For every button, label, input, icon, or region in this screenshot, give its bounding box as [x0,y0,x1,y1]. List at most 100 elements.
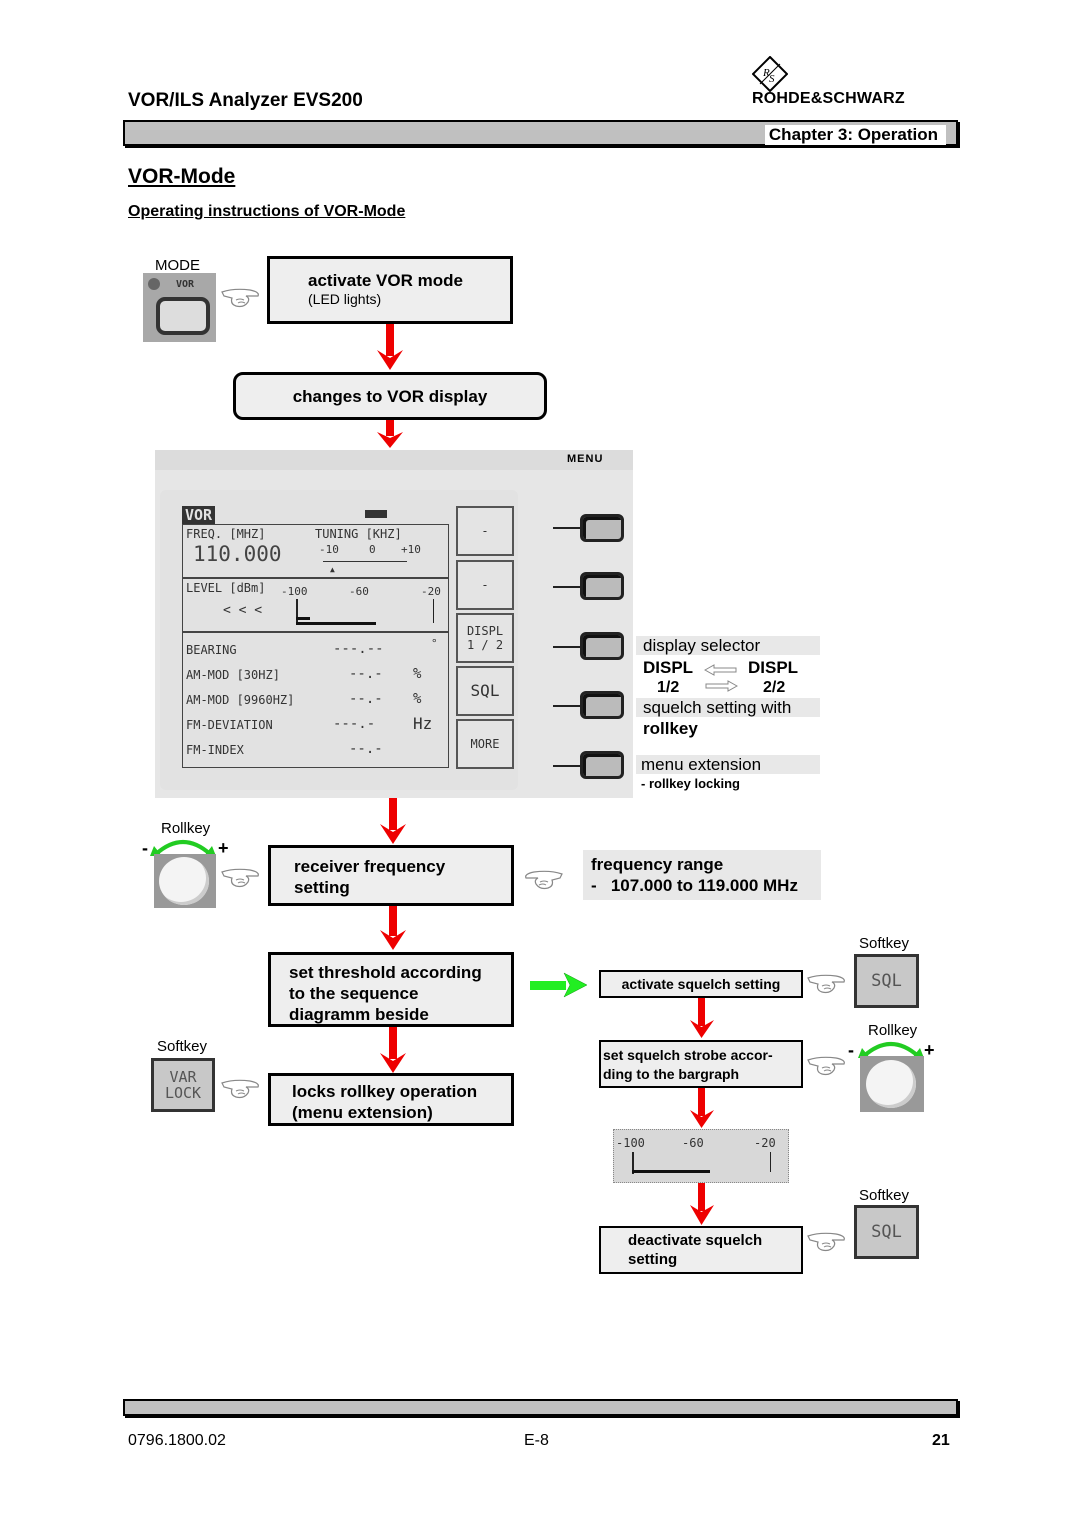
document-title: VOR/ILS Analyzer EVS200 [128,90,363,111]
step-set-threshold: set threshold according to the sequence … [268,952,514,1027]
lcd-softkey-displ: DISPL 1 / 2 [456,613,514,663]
flow-arrow-icon [377,420,403,448]
bargraph-tick-label: -60 [682,1136,704,1150]
hardware-softkey-2[interactable] [580,572,624,600]
hardware-softkey-displ[interactable] [580,632,624,660]
step-activate-vor-title: activate VOR mode [308,271,463,290]
display-selector-note: display selector [636,636,820,655]
page-number: 21 [932,1432,950,1449]
rohde-schwarz-logo-icon: R S [752,56,788,92]
softkey-text: LOCK [164,1084,202,1102]
rollkey-label: Rollkey [161,820,211,837]
lcd-row-value: ---.- [333,716,376,732]
softkey-leader-line [553,586,581,588]
pointing-hand-icon [221,868,259,888]
displ-right-label: DISPL [748,658,799,677]
sql-softkey-deactivate[interactable]: SQL [854,1205,919,1259]
lcd-softkey-2: - [456,560,514,610]
hardware-softkey-more[interactable] [580,751,624,779]
level-tick-label: -100 [281,585,308,598]
level-bar-end [433,599,434,623]
flow-arrow-icon [690,1183,714,1225]
lcd-row-unit: ° [431,637,438,650]
lcd-row-value: --.- [349,666,383,682]
softkey-leader-line [553,705,581,707]
pointing-hand-icon [807,974,845,994]
flow-arrow-icon [377,324,403,370]
page-code: E-8 [524,1432,549,1449]
lcd-row-unit: % [413,691,422,707]
squelch-setting-note: squelch setting with [636,698,820,717]
vor-mode-key[interactable]: VOR [143,273,216,342]
step-activate-squelch: activate squelch setting [599,970,803,998]
step-changes-to-vor-display: changes to VOR display [233,372,547,420]
lcd-row-label: AM-MOD [9960HZ] [186,693,295,707]
chapter-label: Chapter 3: Operation [764,125,946,145]
lcd-freq-label: FREQ. [MHZ] [186,527,266,541]
pointing-hand-icon [807,1056,845,1076]
level-tick-label: -20 [421,585,441,598]
lcd-display: VOR FREQ. [MHZ] TUNING [KHZ] 110.000 -10… [160,490,518,790]
step-text: to the sequence [289,984,419,1003]
level-bar-short [296,617,310,620]
pointing-hand-icon [525,870,563,890]
flow-arrow-icon [380,1027,406,1073]
softkey-text: VAR [169,1068,197,1086]
step-text: set threshold according [289,963,482,982]
frequency-range-title: frequency range [591,855,724,874]
flow-arrow-icon [690,1088,714,1128]
vor-key-label: VOR [176,279,195,290]
subsection-heading: Operating instructions of VOR-Mode [128,203,406,220]
step-text: setting [628,1251,678,1268]
step-text: (menu extension) [292,1103,433,1122]
flow-arrow-icon [380,906,406,950]
level-tick-label: -60 [349,585,369,598]
softkey-leader-line [553,646,581,648]
lcd-level-indicator: < < < [223,603,263,618]
lcd-softkey-1: - [456,506,514,556]
step-text: locks rollkey operation [292,1082,478,1101]
pointing-hand-icon [221,288,259,308]
menu-extension-note: menu extension [636,755,820,774]
rollkey-note: rollkey [643,719,698,738]
rollkey-knob[interactable] [154,854,216,908]
tuning-pointer-icon: ▲ [330,565,335,574]
lcd-frequency-frame: FREQ. [MHZ] TUNING [KHZ] 110.000 -10 0 +… [182,524,449,578]
step-text: setting [294,878,350,897]
tuning-tick-label: 0 [369,543,376,556]
hardware-softkey-sql[interactable] [580,691,624,719]
arrow-right-icon [705,680,738,692]
step-text: ding to the bargraph [603,1066,740,1082]
lcd-row-value: --.- [349,741,383,757]
pointing-hand-icon [807,1232,845,1252]
step-deactivate-squelch: deactivate squelch setting [599,1226,803,1274]
bargraph-level [632,1170,710,1173]
step-locks-rollkey: locks rollkey operation (menu extension) [268,1073,514,1126]
tuning-tick-label: +10 [401,543,421,556]
hardware-softkey-1[interactable] [580,514,624,542]
var-lock-softkey[interactable]: VAR LOCK [151,1058,215,1112]
section-heading: VOR-Mode [128,165,236,188]
bargraph-tick-label: -20 [754,1136,776,1150]
softkey-label: Softkey [859,1187,910,1204]
step-activate-vor-note: (LED lights) [308,291,382,307]
displ-right-page: 2/2 [763,679,786,696]
step-text: set squelch strobe accor- [603,1047,773,1063]
lcd-measurements-frame: BEARING ---.-- ° AM-MOD [30HZ] --.- % AM… [182,632,449,768]
rollkey-knob[interactable] [860,1056,924,1112]
bargraph-tick-label: -100 [616,1136,645,1150]
rollkey-plus: + [218,838,229,858]
softkey-label: Softkey [859,935,910,952]
lcd-row-label: BEARING [186,643,237,657]
lcd-row-value: --.- [349,691,383,707]
tuning-scale [323,561,407,562]
flow-arrow-icon [380,798,406,844]
displ-left-label: DISPL [643,658,694,677]
lcd-row-label: AM-MOD [30HZ] [186,668,280,682]
vor-key-cap [156,297,210,335]
lcd-row-unit: Hz [413,714,433,733]
step-set-squelch-strobe: set squelch strobe accor- ding to the ba… [599,1040,803,1088]
sql-softkey-activate[interactable]: SQL [854,954,919,1008]
rollkey-knob-cap [866,1060,916,1108]
lcd-row-value: ---.-- [333,641,384,657]
